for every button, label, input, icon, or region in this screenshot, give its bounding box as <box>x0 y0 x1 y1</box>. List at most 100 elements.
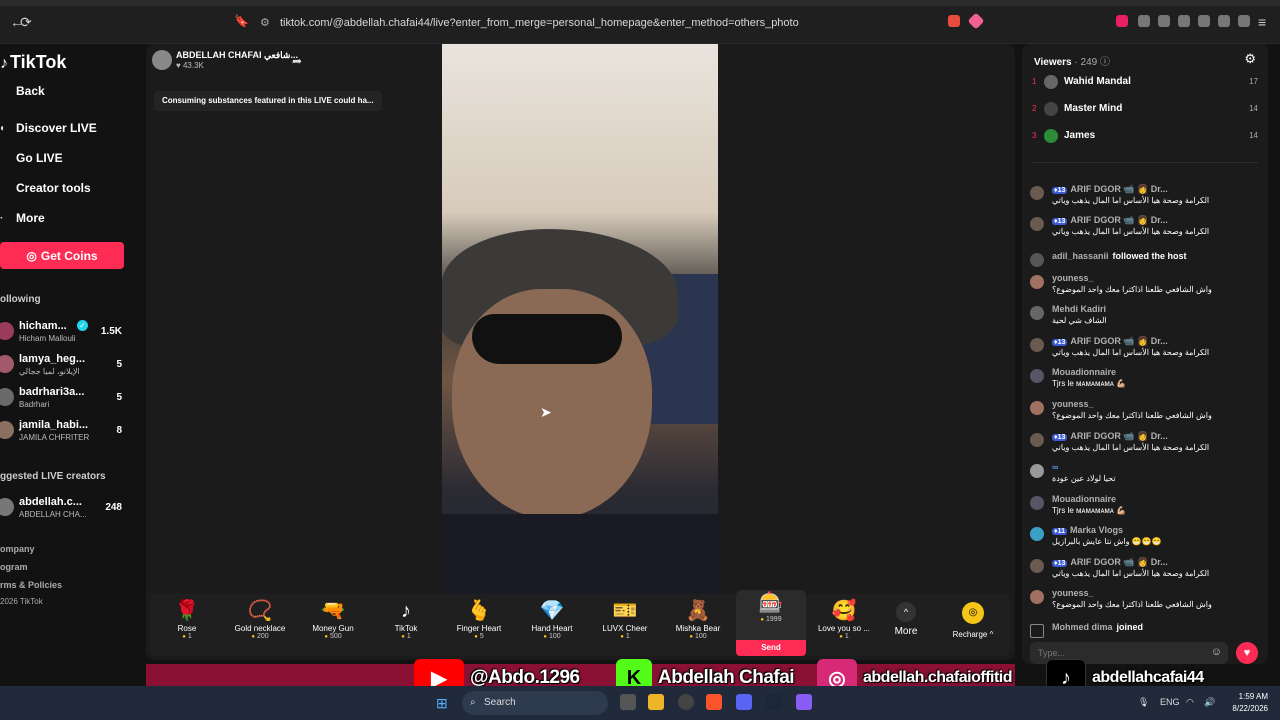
footer-program-link[interactable]: ogram <box>0 562 28 572</box>
live-video[interactable] <box>442 44 718 604</box>
bookmark-icon[interactable]: 🔖 <box>234 14 249 28</box>
avatar <box>1030 401 1044 415</box>
footer-terms-link[interactable]: rms & Policies <box>0 580 62 590</box>
avatar <box>1030 527 1044 541</box>
avatar <box>1030 433 1044 447</box>
gift-tiktok[interactable]: ♪TikTok1 <box>371 598 441 640</box>
gift-gold-necklace[interactable]: 📿Gold necklace200 <box>225 598 295 640</box>
sidebar-item-back[interactable]: Back <box>0 84 45 98</box>
sidebar-item-more[interactable]: · More <box>0 211 45 225</box>
more-dots-icon: · <box>0 212 4 224</box>
gift-machine-icon: 🎰 <box>758 592 784 614</box>
browser-toolbar: ← ⟳ 🔖 ⚙ tiktok.com/@abdellah.chafai44/li… <box>0 0 1280 44</box>
sidebar-toggle-icon[interactable] <box>1178 15 1190 27</box>
send-gift-button[interactable]: Send <box>736 640 806 656</box>
tab-strip <box>0 0 1280 6</box>
language-indicator[interactable]: ENG <box>1160 697 1180 707</box>
avatar <box>1030 186 1044 200</box>
gift-rose[interactable]: 🌹Rose1 <box>152 598 222 640</box>
host-card[interactable]: ABDELLAH CHAFAI شافعي... ♥ 43.3K <box>152 50 298 70</box>
finger-heart-icon: 🫰 <box>466 600 492 622</box>
suggested-creator-item[interactable]: abdellah.c... ABDELLAH CHA... 248 <box>0 496 130 526</box>
wallet-icon[interactable] <box>1198 15 1210 27</box>
more-gifts-button[interactable]: ^ More <box>878 598 934 637</box>
left-sidebar: ♪ TikTok Back ◐ Discover LIVE Go LIVE Crea… <box>0 44 140 664</box>
playlist-icon[interactable] <box>1158 15 1170 27</box>
brave-shield-icon[interactable] <box>948 15 960 27</box>
puzzle-icon[interactable] <box>1138 15 1150 27</box>
coin-icon: ◎ <box>962 602 984 624</box>
following-item[interactable]: hicham... ✓ Hicham Mallouli 1.5K <box>0 320 130 350</box>
obs-icon[interactable] <box>678 694 694 710</box>
avatar <box>0 322 14 340</box>
steam-icon[interactable] <box>766 694 782 710</box>
join-icon <box>1030 624 1044 638</box>
gift-finger-heart[interactable]: 🫰Finger Heart5 <box>444 598 514 640</box>
luvx-cheer-icon: 🎫 <box>612 600 638 622</box>
avatar <box>1030 217 1044 231</box>
volume-icon[interactable]: 🔊 <box>1204 697 1215 708</box>
following-section-title: ollowing <box>0 294 41 305</box>
gear-icon[interactable]: ⚙ <box>1244 51 1256 67</box>
taskbar-clock[interactable]: 1:59 AM 8/22/2026 <box>1226 691 1268 715</box>
copyright: 2026 TikTok <box>0 597 43 606</box>
gift-love-you[interactable]: 🥰Love you so ...1 <box>809 598 879 640</box>
coin-icon: ◎ <box>26 248 37 263</box>
viewer-rank-row[interactable]: 1 Wahid Mandal 17 <box>1032 74 1258 92</box>
host-likes: ♥ 43.3K <box>176 61 204 70</box>
avatar <box>1030 559 1044 573</box>
menu-icon[interactable]: ≡ <box>1258 14 1266 30</box>
address-bar[interactable]: ⚙ tiktok.com/@abdellah.chafai44/live?ent… <box>252 13 992 33</box>
vpn-icon[interactable] <box>1238 15 1250 27</box>
windows-start-icon[interactable]: ⊞ <box>436 695 448 712</box>
mic-icon[interactable]: 🎙 <box>1138 697 1149 708</box>
site-info-icon[interactable]: ⚙ <box>260 13 270 33</box>
sunglasses-shape <box>472 314 622 364</box>
tiktok-note-icon: ♪ <box>0 55 8 72</box>
leo-icon[interactable] <box>1218 15 1230 27</box>
gift-hand-heart[interactable]: 💎Hand Heart100 <box>517 598 587 640</box>
footer-company-link[interactable]: ompany <box>0 544 35 554</box>
url-text: tiktok.com/@abdellah.chafai44/live?enter… <box>280 17 799 29</box>
discord-icon[interactable] <box>736 694 752 710</box>
task-view-icon[interactable] <box>620 694 636 710</box>
sidebar-item-discover-live[interactable]: ◐ Discover LIVE <box>0 121 97 135</box>
taskbar-search[interactable]: ⌕ Search <box>462 691 608 715</box>
viewer-rank-row[interactable]: 2 Master Mind 14 <box>1032 101 1258 119</box>
avatar <box>1030 496 1044 510</box>
rose-icon: 🌹 <box>174 600 200 622</box>
avatar <box>1030 338 1044 352</box>
gift-luvx-cheer[interactable]: 🎫LUVX Cheer1 <box>590 598 660 640</box>
heart-icon: ♥ <box>1243 647 1251 659</box>
gift-mishka-bear[interactable]: 🧸Mishka Bear100 <box>663 598 733 640</box>
brave-icon[interactable] <box>706 694 722 710</box>
share-icon[interactable]: ➦ <box>292 54 302 68</box>
viewer-rank-row[interactable]: 3 James 14 <box>1032 128 1258 146</box>
reload-icon[interactable]: ⟳ <box>20 14 32 31</box>
sidebar-item-go-live[interactable]: Go LIVE <box>0 151 63 165</box>
tiktok-logo[interactable]: ♪ TikTok <box>0 52 66 73</box>
avatar <box>1044 75 1058 89</box>
following-item[interactable]: badrhari3a... Badrhari 5 <box>0 386 130 416</box>
sidebar-item-creator-tools[interactable]: Creator tools <box>0 181 91 195</box>
avatar <box>1030 253 1044 267</box>
get-coins-button[interactable]: ◎ Get Coins <box>0 242 124 269</box>
wifi-icon[interactable]: ◠ <box>1186 697 1194 708</box>
file-explorer-icon[interactable] <box>648 694 664 710</box>
like-heart-button[interactable]: ♥ <box>1236 642 1258 664</box>
recharge-button[interactable]: ◎ Recharge ^ <box>942 598 1004 639</box>
hand-heart-icon: 💎 <box>539 600 565 622</box>
live-stage: ABDELLAH CHAFAI شافعي... ♥ 43.3K ➦ Consu… <box>146 44 1015 660</box>
mouse-cursor-icon: ➤ <box>540 404 552 420</box>
gift-money-gun[interactable]: 🔫Money Gun500 <box>298 598 368 640</box>
app-icon[interactable] <box>796 694 812 710</box>
viewers-header[interactable]: Viewers · 249 ⓘ <box>1034 53 1110 68</box>
love-face-icon: 🥰 <box>831 600 857 622</box>
following-item[interactable]: jamila_habi... JAMILA CHFRITER 8 <box>0 419 130 449</box>
following-item[interactable]: lamya_heg... الإيلانو، لميا ججالي 5 <box>0 353 130 383</box>
avatar <box>1030 590 1044 604</box>
extension-icon[interactable] <box>1116 15 1128 27</box>
host-avatar[interactable] <box>152 50 172 70</box>
tiktok-gift-icon: ♪ <box>401 600 411 622</box>
gift-selected[interactable]: 🎰1999Send <box>736 590 806 656</box>
